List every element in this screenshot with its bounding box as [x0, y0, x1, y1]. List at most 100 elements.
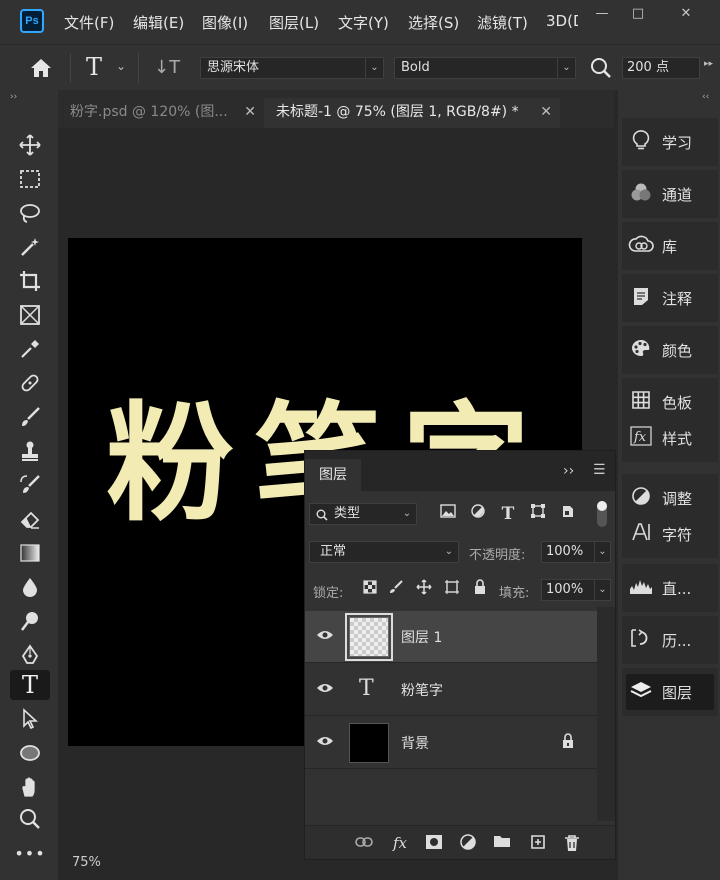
- history-brush-tool-icon[interactable]: [10, 470, 50, 500]
- close-window-button[interactable]: ✕: [672, 6, 700, 22]
- stamp-tool-icon[interactable]: [10, 436, 50, 466]
- zoom-level[interactable]: 75%: [72, 855, 101, 870]
- opacity-input[interactable]: 100% ⌄: [541, 541, 611, 563]
- lock-artboard-icon[interactable]: [441, 579, 463, 601]
- eraser-tool-icon[interactable]: [10, 504, 50, 534]
- minimize-button[interactable]: —: [588, 6, 616, 22]
- dodge-tool-icon[interactable]: [10, 606, 50, 636]
- layers-scrollbar[interactable]: [597, 607, 615, 821]
- path-selection-tool-icon[interactable]: [10, 704, 50, 734]
- menu-filter[interactable]: 滤镜(T): [477, 12, 528, 33]
- layer-row-background[interactable]: 背景: [305, 717, 597, 769]
- collapse-toolbar-icon[interactable]: ››: [10, 92, 17, 102]
- menu-3d[interactable]: 3D(D: [546, 12, 578, 30]
- layer-filter-select[interactable]: 类型 ⌄: [309, 503, 417, 525]
- close-tab-icon[interactable]: ✕: [540, 98, 552, 126]
- trash-icon[interactable]: [561, 834, 583, 852]
- crop-tool-icon[interactable]: [10, 266, 50, 296]
- frame-tool-icon[interactable]: [10, 300, 50, 330]
- font-style-select[interactable]: Bold ⌄: [394, 57, 576, 79]
- hand-tool-icon[interactable]: [10, 772, 50, 802]
- zoom-tool-icon[interactable]: [10, 804, 50, 834]
- close-tab-icon[interactable]: ✕: [244, 98, 256, 126]
- filter-toggle-switch[interactable]: [597, 501, 607, 527]
- marquee-tool-icon[interactable]: [10, 164, 50, 194]
- brush-tool-icon[interactable]: [10, 402, 50, 432]
- magic-wand-tool-icon[interactable]: [10, 232, 50, 262]
- menu-edit[interactable]: 编辑(E): [133, 12, 184, 33]
- chevron-down-icon[interactable]: ⌄: [594, 580, 610, 600]
- link-icon[interactable]: [353, 834, 375, 852]
- visibility-eye-icon[interactable]: [315, 680, 335, 700]
- adjustment-filter-icon[interactable]: [467, 503, 489, 525]
- menu-select[interactable]: 选择(S): [408, 12, 459, 33]
- smart-object-filter-icon[interactable]: [557, 503, 579, 525]
- pen-tool-icon[interactable]: [10, 640, 50, 670]
- more-options-icon[interactable]: ▸▸: [704, 59, 713, 69]
- visibility-eye-icon[interactable]: [315, 627, 335, 647]
- dock-item-character[interactable]: 字符: [626, 516, 714, 552]
- menu-type[interactable]: 文字(Y): [338, 12, 389, 33]
- healing-brush-tool-icon[interactable]: [10, 368, 50, 398]
- restore-button[interactable]: □: [624, 6, 652, 22]
- dock-item-histogram[interactable]: 直...: [626, 570, 714, 606]
- lock-all-icon[interactable]: [469, 579, 491, 601]
- menu-file[interactable]: 文件(F): [64, 12, 114, 33]
- dock-item-history[interactable]: 历...: [626, 622, 714, 658]
- layer-name[interactable]: 粉笔字: [401, 680, 443, 700]
- dock-item-swatches[interactable]: 色板: [626, 384, 714, 420]
- layer-row-layer1[interactable]: 图层 1: [305, 611, 597, 663]
- more-tools-icon[interactable]: •••: [10, 838, 50, 868]
- text-orientation-icon[interactable]: ↓T: [154, 57, 180, 78]
- collapse-dock-icon[interactable]: ‹‹: [702, 92, 709, 102]
- layer-row-text[interactable]: T 粉笔字: [305, 664, 597, 716]
- dock-item-learn[interactable]: 学习: [626, 124, 714, 160]
- lock-position-icon[interactable]: [413, 579, 435, 601]
- mask-icon[interactable]: [423, 834, 445, 852]
- dock-item-adjustments[interactable]: 调整: [626, 480, 714, 516]
- image-filter-icon[interactable]: [437, 503, 459, 525]
- blur-tool-icon[interactable]: [10, 572, 50, 602]
- new-layer-icon[interactable]: [527, 834, 549, 852]
- eyedropper-tool-icon[interactable]: [10, 334, 50, 364]
- collapse-panel-icon[interactable]: ››: [563, 463, 574, 479]
- layer-thumbnail[interactable]: [345, 613, 393, 661]
- dock-item-libraries[interactable]: 库: [626, 228, 714, 264]
- home-icon[interactable]: [28, 55, 54, 81]
- dock-item-color[interactable]: 颜色: [626, 332, 714, 368]
- dock-item-styles[interactable]: fx 样式: [626, 420, 714, 456]
- font-size-input[interactable]: 200 点: [622, 57, 700, 79]
- blend-mode-select[interactable]: 正常 ⌄: [309, 541, 459, 563]
- panel-menu-icon[interactable]: ☰: [593, 462, 606, 478]
- tab-fenzi-psd[interactable]: 粉字.psd @ 120% (图... ✕: [58, 98, 264, 128]
- gradient-tool-icon[interactable]: [10, 538, 50, 568]
- menu-layer[interactable]: 图层(L): [269, 12, 319, 33]
- shape-filter-icon[interactable]: [527, 503, 549, 525]
- dock-item-notes[interactable]: 注释: [626, 280, 714, 316]
- visibility-eye-icon[interactable]: [315, 733, 335, 753]
- layer-thumbnail[interactable]: [349, 723, 389, 763]
- type-tool-icon[interactable]: T: [10, 670, 50, 700]
- photoshop-logo-icon[interactable]: Ps: [20, 9, 44, 33]
- fx-icon[interactable]: fx: [389, 834, 411, 852]
- shape-tool-icon[interactable]: [10, 738, 50, 768]
- chevron-down-icon[interactable]: ⌄: [116, 59, 126, 73]
- menu-image[interactable]: 图像(I): [202, 12, 248, 33]
- layers-panel-title[interactable]: 图层: [305, 459, 361, 491]
- fill-input[interactable]: 100% ⌄: [541, 579, 611, 601]
- chevron-down-icon[interactable]: ⌄: [594, 542, 610, 562]
- adjustment-layer-icon[interactable]: [457, 834, 479, 852]
- tab-untitled-1[interactable]: 未标题-1 @ 75% (图层 1, RGB/8#) * ✕: [264, 98, 560, 128]
- font-family-select[interactable]: 思源宋体 ⌄: [200, 57, 384, 79]
- dock-item-layers[interactable]: 图层: [626, 674, 714, 710]
- lasso-tool-icon[interactable]: [10, 198, 50, 228]
- layer-name[interactable]: 图层 1: [401, 627, 442, 647]
- type-tool-preset-button[interactable]: T: [86, 53, 102, 81]
- lock-transparency-icon[interactable]: [359, 579, 381, 601]
- layer-name[interactable]: 背景: [401, 733, 429, 753]
- layers-panel-header[interactable]: 图层 ›› ☰: [305, 451, 615, 491]
- type-filter-icon[interactable]: T: [497, 503, 519, 525]
- move-tool-icon[interactable]: [10, 130, 50, 160]
- lock-pixels-icon[interactable]: [385, 579, 407, 601]
- dock-item-channels[interactable]: 通道: [626, 176, 714, 212]
